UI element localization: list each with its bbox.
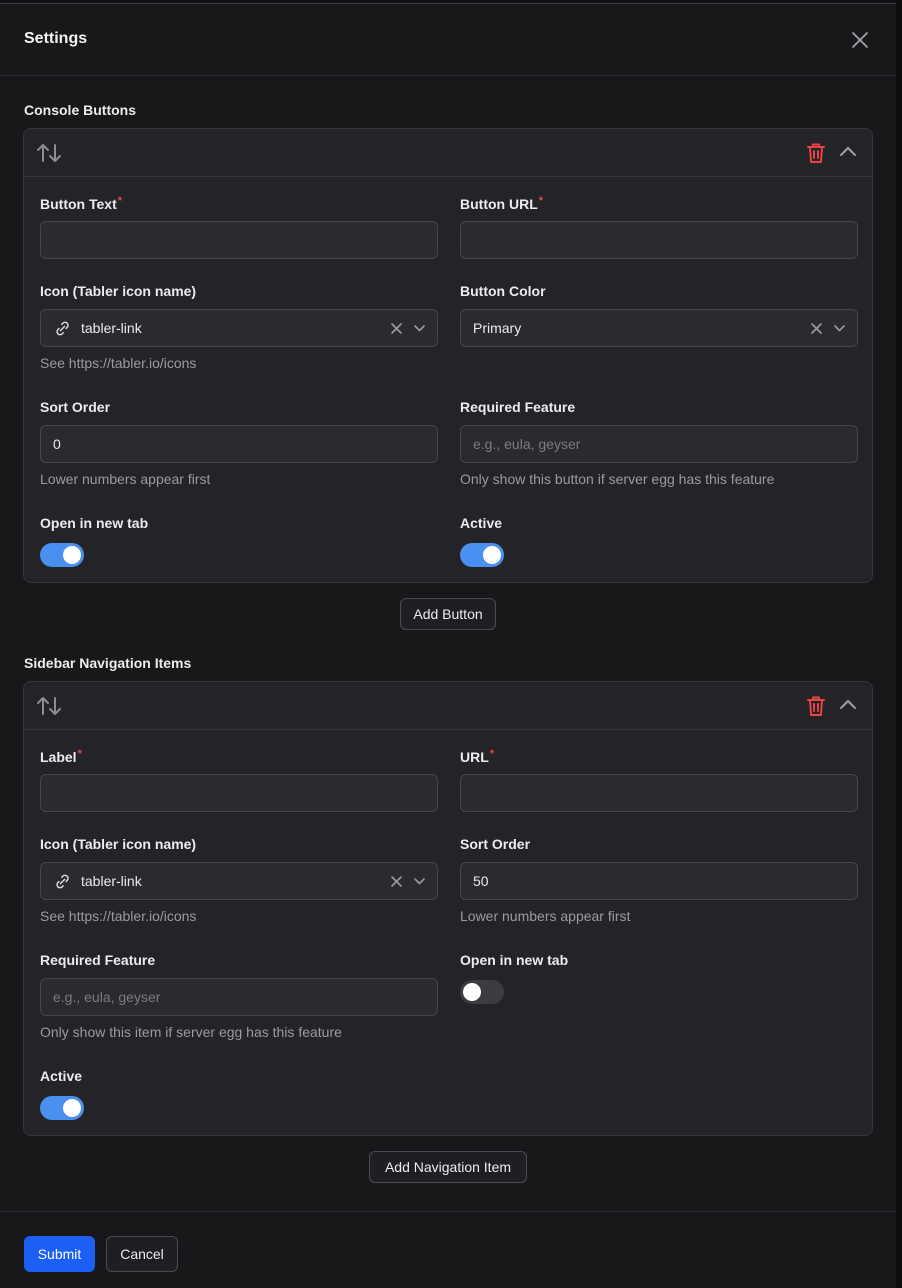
nav-open-new-tab-toggle[interactable] [460, 980, 504, 1004]
card-header [24, 129, 872, 177]
sort-order-label: Sort Order [40, 399, 111, 415]
nav-open-new-tab-field: Open in new tab [460, 952, 569, 1004]
button-url-field: Button URL* [460, 195, 858, 259]
active-toggle[interactable] [460, 543, 504, 567]
required-marker: * [489, 748, 495, 760]
required-marker: * [77, 748, 82, 760]
required-marker: * [538, 195, 544, 207]
chevron-up-icon[interactable] [838, 142, 858, 162]
label-field: Label* [40, 748, 438, 812]
scrollbar-gutter [896, 0, 902, 1288]
nav-sort-order-label: Sort Order [460, 836, 531, 852]
active-field: Active [460, 515, 504, 567]
nav-active-field: Active [40, 1068, 84, 1120]
label-field-label: Label [40, 749, 77, 765]
card-header [24, 682, 872, 730]
chevron-down-icon [834, 325, 845, 332]
link-icon [56, 321, 69, 336]
toggle-knob [63, 1099, 81, 1117]
chevron-down-icon [414, 325, 425, 332]
toggle-knob [463, 983, 481, 1001]
nav-icon-field: Icon (Tabler icon name) tabler-link See … [40, 836, 438, 924]
button-url-input[interactable] [460, 221, 858, 259]
button-color-value: Primary [473, 320, 522, 336]
nav-icon-select[interactable]: tabler-link [40, 862, 438, 900]
open-new-tab-label: Open in new tab [40, 515, 149, 531]
trash-icon[interactable] [806, 695, 826, 717]
nav-active-label: Active [40, 1068, 83, 1084]
required-feature-input[interactable] [460, 425, 858, 463]
chevron-down-icon [414, 878, 425, 885]
button-text-label: Button Text [40, 196, 117, 212]
required-feature-hint: Only show this button if server egg has … [460, 471, 775, 487]
add-button-button[interactable]: Add Button [400, 598, 496, 630]
nav-icon-hint: See https://tabler.io/icons [40, 908, 197, 924]
icon-hint: See https://tabler.io/icons [40, 355, 197, 371]
required-feature-label: Required Feature [460, 399, 576, 415]
open-new-tab-field: Open in new tab [40, 515, 149, 567]
sidebar-nav-heading: Sidebar Navigation Items [24, 655, 192, 671]
sort-order-hint: Lower numbers appear first [40, 471, 211, 487]
toggle-knob [63, 546, 81, 564]
dialog-header: Settings [0, 4, 896, 76]
button-url-label: Button URL [460, 196, 538, 212]
button-text-input[interactable] [40, 221, 438, 259]
nav-sort-order-input[interactable] [460, 862, 858, 900]
console-buttons-heading: Console Buttons [24, 102, 136, 118]
sort-order-input[interactable] [40, 425, 438, 463]
sort-arrows-icon[interactable] [36, 141, 62, 165]
required-feature-field: Required Feature Only show this button i… [460, 399, 858, 487]
button-text-field: Button Text* [40, 195, 438, 259]
nav-icon-label: Icon (Tabler icon name) [40, 836, 197, 852]
url-input[interactable] [460, 774, 858, 812]
active-label: Active [460, 515, 503, 531]
clear-x-icon[interactable] [810, 322, 823, 335]
nav-sort-order-field: Sort Order Lower numbers appear first [460, 836, 858, 924]
clear-x-icon[interactable] [390, 322, 403, 335]
url-field: URL* [460, 748, 858, 812]
nav-required-feature-hint: Only show this item if server egg has th… [40, 1024, 342, 1040]
url-label: URL [460, 749, 489, 765]
label-input[interactable] [40, 774, 438, 812]
link-icon [56, 874, 69, 889]
nav-required-feature-label: Required Feature [40, 952, 156, 968]
icon-select-value: tabler-link [81, 320, 142, 336]
button-color-field: Button Color Primary [460, 283, 858, 347]
button-color-select[interactable]: Primary [460, 309, 858, 347]
dialog-title: Settings [24, 30, 88, 47]
trash-icon[interactable] [806, 142, 826, 164]
clear-x-icon[interactable] [390, 875, 403, 888]
nav-open-new-tab-label: Open in new tab [460, 952, 569, 968]
icon-label: Icon (Tabler icon name) [40, 283, 197, 299]
sidebar-nav-card: Label* URL* Icon (Tabler icon name) tabl… [23, 681, 873, 1136]
nav-sort-order-hint: Lower numbers appear first [460, 908, 631, 924]
open-new-tab-toggle[interactable] [40, 543, 84, 567]
close-icon[interactable] [849, 29, 871, 51]
icon-select[interactable]: tabler-link [40, 309, 438, 347]
console-button-card: Button Text* Button URL* Icon (Tabler ic… [23, 128, 873, 583]
icon-field: Icon (Tabler icon name) tabler-link See … [40, 283, 438, 371]
submit-button[interactable]: Submit [24, 1236, 95, 1272]
sort-arrows-icon[interactable] [36, 694, 62, 718]
dialog-footer: Submit Cancel [0, 1211, 896, 1288]
add-navigation-item-button[interactable]: Add Navigation Item [369, 1151, 527, 1183]
chevron-up-icon[interactable] [838, 695, 858, 715]
toggle-knob [483, 546, 501, 564]
settings-dialog: Settings Console Buttons Button Text* Bu… [0, 4, 896, 1288]
sort-order-field: Sort Order Lower numbers appear first [40, 399, 438, 487]
nav-icon-select-value: tabler-link [81, 873, 142, 889]
required-marker: * [117, 195, 123, 207]
nav-required-feature-input[interactable] [40, 978, 438, 1016]
nav-required-feature-field: Required Feature Only show this item if … [40, 952, 438, 1040]
nav-active-toggle[interactable] [40, 1096, 84, 1120]
cancel-button[interactable]: Cancel [106, 1236, 178, 1272]
button-color-label: Button Color [460, 283, 546, 299]
